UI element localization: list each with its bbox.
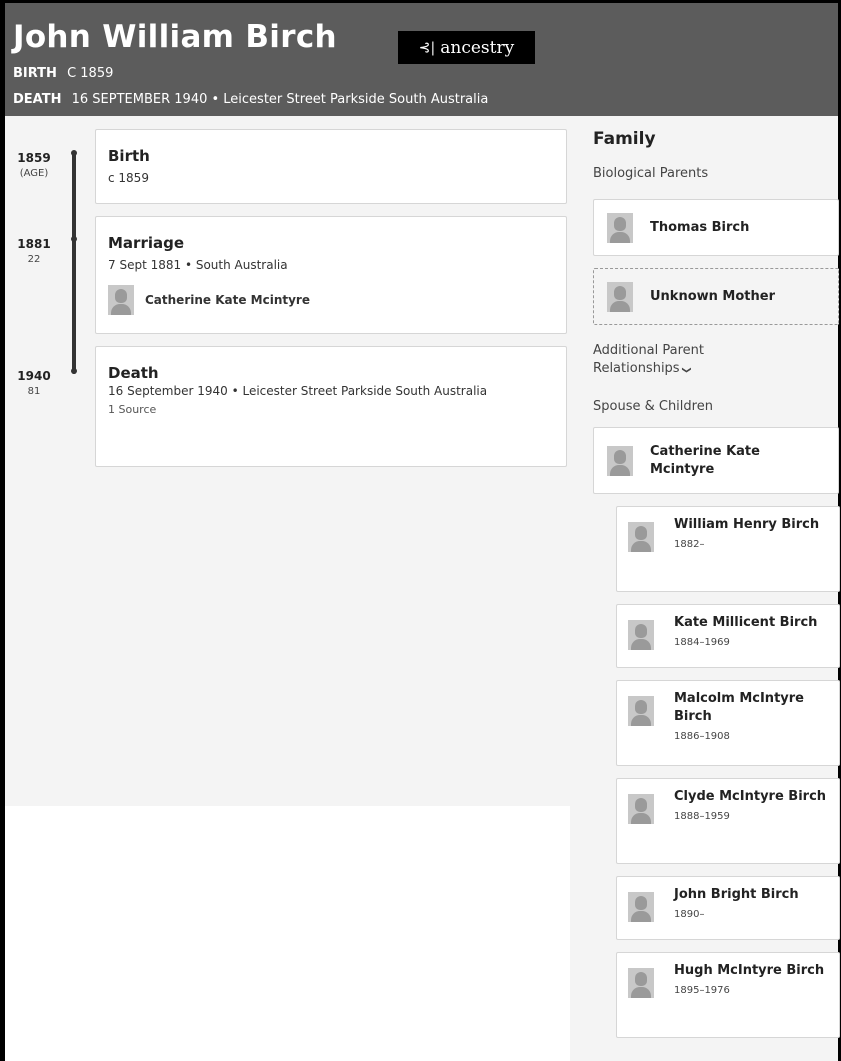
parents-heading: Biological Parents: [593, 166, 709, 181]
death-value: 16 SEPTEMBER 1940 • Leicester Street Par…: [71, 92, 489, 107]
person-silhouette-icon: [628, 794, 654, 824]
timeline-year-death: 1940 81: [5, 369, 63, 397]
child-card[interactable]: Hugh McIntyre Birch 1895–1976: [616, 952, 840, 1038]
year-value: 1940: [17, 369, 51, 383]
father-card[interactable]: Thomas Birch: [593, 199, 839, 256]
year-value: 1859: [17, 151, 51, 165]
child-years: 1886–1908: [674, 731, 730, 742]
timeline: 1859 (AGE) 1881 22 1940 81 Birth c 1859 …: [5, 116, 570, 806]
person-silhouette-icon: [607, 445, 633, 476]
child-name: Malcolm McIntyre Birch: [674, 691, 804, 724]
child-name-block: John Bright Birch 1890–: [674, 886, 836, 924]
child-card[interactable]: Malcolm McIntyre Birch 1886–1908: [616, 680, 840, 766]
child-name-block: Hugh McIntyre Birch 1895–1976: [674, 962, 836, 1000]
family-panel: Family Biological Parents Thomas Birch U…: [570, 116, 840, 1061]
child-name: William Henry Birch: [674, 517, 820, 532]
spouse-name: Catherine Kate Mcintyre: [650, 443, 760, 477]
person-silhouette-icon: [628, 892, 654, 922]
child-name: Clyde McIntyre Birch: [674, 789, 827, 804]
mother-name: Unknown Mother: [650, 288, 775, 304]
chevron-down-icon: ❯: [680, 366, 691, 374]
child-name: John Bright Birch: [674, 887, 799, 902]
child-years: 1888–1959: [674, 811, 730, 822]
ancestry-logo[interactable]: ⊰| ancestry: [398, 31, 535, 64]
person-silhouette-icon: [628, 968, 654, 998]
leaf-icon: ⊰|: [418, 39, 436, 56]
birth-label: BIRTH: [13, 66, 57, 81]
child-card[interactable]: John Bright Birch 1890–: [616, 876, 840, 940]
person-name: John William Birch: [13, 19, 337, 55]
child-card[interactable]: William Henry Birch 1882–: [616, 506, 840, 592]
child-name-block: Clyde McIntyre Birch 1888–1959: [674, 788, 836, 826]
logo-text: ancestry: [440, 37, 515, 58]
event-sources[interactable]: 1 Source: [108, 403, 554, 416]
child-years: 1884–1969: [674, 637, 730, 648]
event-card-birth[interactable]: Birth c 1859: [95, 129, 567, 204]
child-name: Kate Millicent Birch: [674, 615, 818, 630]
additional-parents-toggle[interactable]: Additional Parent Relationships❯: [593, 342, 763, 379]
birth-summary: BIRTH C 1859: [13, 66, 113, 81]
child-years: 1895–1976: [674, 985, 730, 996]
event-spouse-link[interactable]: Catherine Kate Mcintyre: [108, 285, 554, 315]
person-silhouette-icon: [628, 522, 654, 552]
child-years: 1890–: [674, 909, 705, 920]
timeline-dot: [71, 368, 77, 374]
event-title: Death: [108, 364, 159, 382]
person-header: John William Birch ⊰| ancestry BIRTH C 1…: [5, 3, 838, 116]
timeline-dot: [71, 150, 77, 156]
family-title: Family: [593, 129, 656, 149]
person-silhouette-icon: [607, 281, 633, 312]
child-name-block: Malcolm McIntyre Birch 1886–1908: [674, 690, 836, 746]
age-value: (AGE): [19, 168, 49, 179]
child-card[interactable]: Clyde McIntyre Birch 1888–1959: [616, 778, 840, 864]
event-details: 16 September 1940 • Leicester Street Par…: [108, 384, 488, 398]
timeline-year-birth: 1859 (AGE): [5, 151, 63, 179]
event-title: Birth: [108, 147, 150, 165]
event-card-marriage[interactable]: Marriage 7 Sept 1881 • South Australia C…: [95, 216, 567, 334]
spouse-children-heading: Spouse & Children: [593, 399, 713, 414]
father-name: Thomas Birch: [650, 219, 750, 235]
death-summary: DEATH 16 SEPTEMBER 1940 • Leicester Stre…: [13, 92, 488, 107]
child-years: 1882–: [674, 539, 705, 550]
timeline-year-marriage: 1881 22: [5, 237, 63, 265]
child-name-block: William Henry Birch 1882–: [674, 516, 836, 554]
timeline-line: [72, 153, 76, 374]
death-label: DEATH: [13, 92, 62, 107]
year-value: 1881: [17, 237, 51, 251]
birth-value: C 1859: [67, 66, 114, 81]
child-name: Hugh McIntyre Birch: [674, 963, 825, 978]
person-silhouette-icon: [108, 285, 134, 315]
mother-card[interactable]: Unknown Mother: [593, 268, 839, 325]
spouse-name: Catherine Kate Mcintyre: [145, 293, 310, 307]
person-silhouette-icon: [628, 696, 654, 726]
person-silhouette-icon: [607, 212, 633, 243]
timeline-dot: [71, 236, 77, 242]
event-details: c 1859: [108, 171, 149, 185]
age-value: 22: [27, 254, 41, 265]
event-details: 7 Sept 1881 • South Australia: [108, 258, 288, 272]
spouse-card[interactable]: Catherine Kate Mcintyre: [593, 427, 839, 494]
child-card[interactable]: Kate Millicent Birch 1884–1969: [616, 604, 840, 668]
event-card-death[interactable]: Death 16 September 1940 • Leicester Stre…: [95, 346, 567, 467]
event-title: Marriage: [108, 234, 185, 252]
age-value: 81: [27, 386, 41, 397]
person-silhouette-icon: [628, 620, 654, 650]
child-name-block: Kate Millicent Birch 1884–1969: [674, 614, 836, 652]
